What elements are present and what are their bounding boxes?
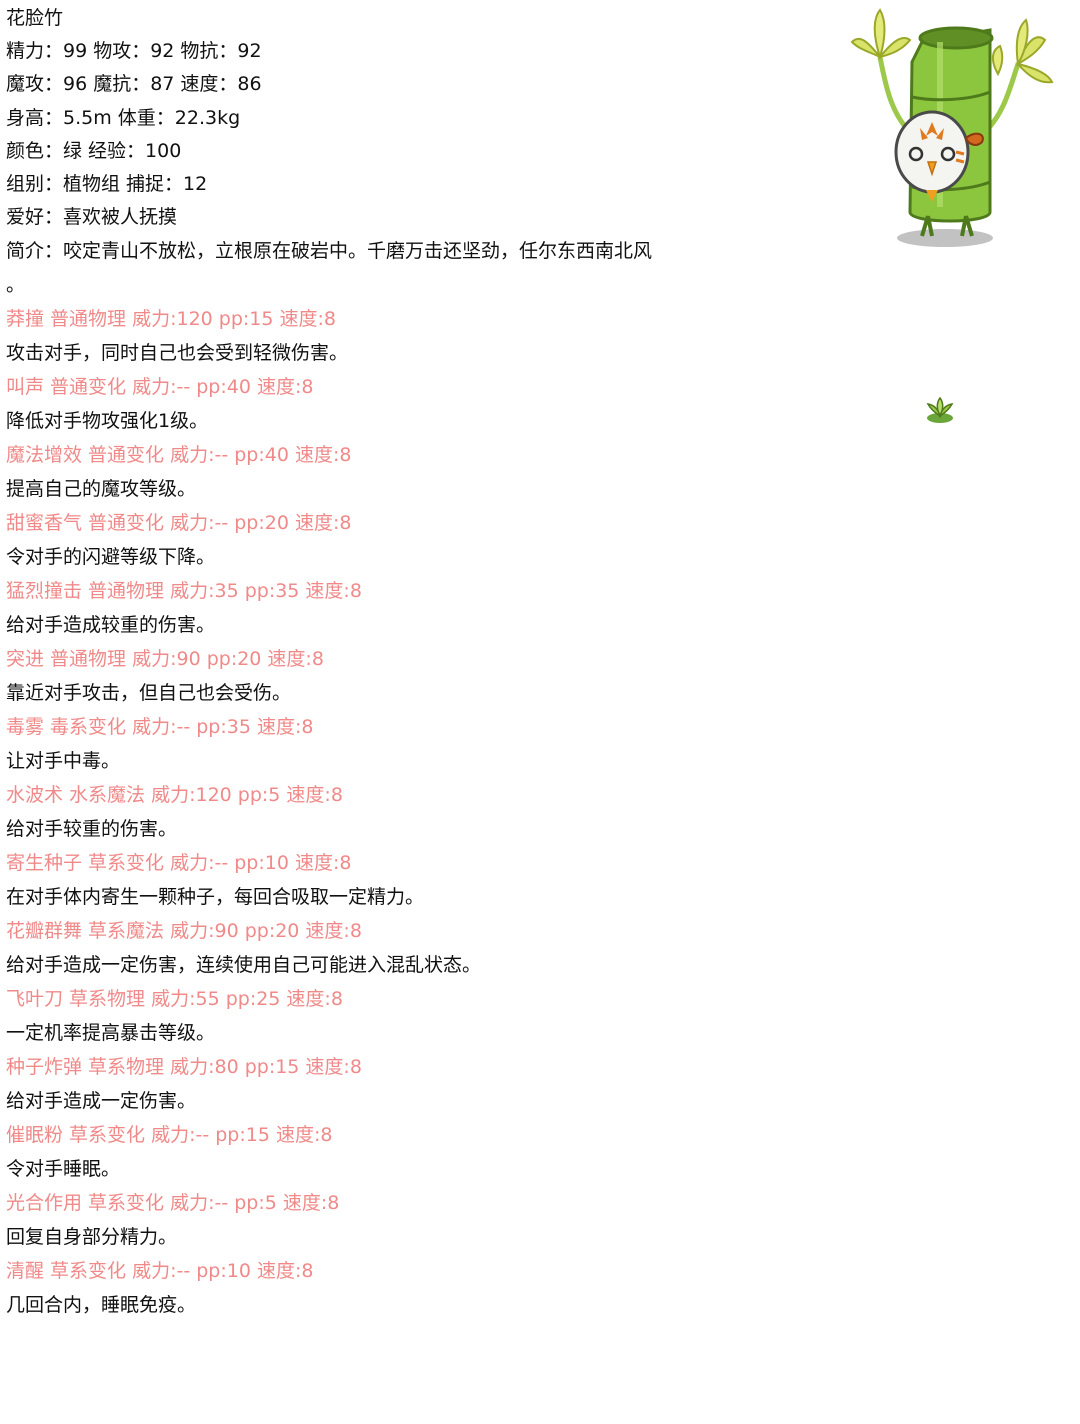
bamboo-mascot-icon xyxy=(850,8,1054,247)
skill-description: 降低对手物攻强化1级。 xyxy=(6,410,209,432)
skill-header: 毒雾 毒系变化 威力:-- pp:35 速度:8 xyxy=(6,716,314,738)
skill-description: 回复自身部分精力。 xyxy=(6,1226,178,1248)
skill-header: 清醒 草系变化 威力:-- pp:10 速度:8 xyxy=(6,1260,314,1282)
skill-description: 给对手造成较重的伤害。 xyxy=(6,614,216,636)
pet-info-panel: 花脸竹 精力：99 物攻：92 物抗：92 魔攻：96 魔抗：87 速度：86 … xyxy=(6,2,836,1322)
skill-header: 光合作用 草系变化 威力:-- pp:5 速度:8 xyxy=(6,1192,340,1214)
hobby-line: 爱好：喜欢被人抚摸 xyxy=(6,206,178,228)
stats-line-3: 身高：5.5m 体重：22.3kg xyxy=(6,107,241,129)
skill-header: 魔法增效 普通变化 威力:-- pp:40 速度:8 xyxy=(6,444,352,466)
skill-header: 莽撞 普通物理 威力:120 pp:15 速度:8 xyxy=(6,308,337,330)
skill-header: 寄生种子 草系变化 威力:-- pp:10 速度:8 xyxy=(6,852,352,874)
intro-tail: 。 xyxy=(6,274,26,296)
skill-list: 莽撞 普通物理 威力:120 pp:15 速度:8 攻击对手，同时自己也会受到轻微… xyxy=(6,302,836,1322)
skill-description: 让对手中毒。 xyxy=(6,750,121,772)
stats-line-2: 魔攻：96 魔抗：87 速度：86 xyxy=(6,73,262,95)
skill-header: 水波术 水系魔法 威力:120 pp:5 速度:8 xyxy=(6,784,343,806)
skill-header: 突进 普通物理 威力:90 pp:20 速度:8 xyxy=(6,648,324,670)
stats-line-1: 精力：99 物攻：92 物抗：92 xyxy=(6,40,262,62)
stats-line-4: 颜色：绿 经验：100 xyxy=(6,140,182,162)
skill-header: 种子炸弹 草系物理 威力:80 pp:15 速度:8 xyxy=(6,1056,362,1078)
skill-description: 提高自己的魔攻等级。 xyxy=(6,478,197,500)
skill-description: 攻击对手，同时自己也会受到轻微伤害。 xyxy=(6,342,349,364)
skill-description: 一定机率提高暴击等级。 xyxy=(6,1022,216,1044)
sprout-icon xyxy=(926,396,954,423)
skill-description: 靠近对手攻击，但自己也会受伤。 xyxy=(6,682,292,704)
skill-description: 给对手造成一定伤害。 xyxy=(6,1090,197,1112)
pet-name: 花脸竹 xyxy=(6,7,64,29)
skill-description: 给对手造成一定伤害，连续使用自己可能进入混乱状态。 xyxy=(6,954,482,976)
skill-header: 叫声 普通变化 威力:-- pp:40 速度:8 xyxy=(6,376,314,398)
skill-header: 甜蜜香气 普通变化 威力:-- pp:20 速度:8 xyxy=(6,512,352,534)
skill-description: 几回合内，睡眠免疫。 xyxy=(6,1294,197,1316)
skill-description: 给对手较重的伤害。 xyxy=(6,818,178,840)
skill-header: 猛烈撞击 普通物理 威力:35 pp:35 速度:8 xyxy=(6,580,362,602)
stats-line-5: 组别：植物组 捕捉：12 xyxy=(6,173,208,195)
skill-header: 催眠粉 草系变化 威力:-- pp:15 速度:8 xyxy=(6,1124,333,1146)
skill-description: 在对手体内寄生一颗种子，每回合吸取一定精力。 xyxy=(6,886,425,908)
skill-header: 花瓣群舞 草系魔法 威力:90 pp:20 速度:8 xyxy=(6,920,362,942)
skill-description: 令对手睡眠。 xyxy=(6,1158,121,1180)
skill-description: 令对手的闪避等级下降。 xyxy=(6,546,216,568)
intro-line: 简介：咬定青山不放松，立根原在破岩中。千磨万击还坚劲，任尔东西南北风 xyxy=(6,240,653,262)
skill-header: 飞叶刀 草系物理 威力:55 pp:25 速度:8 xyxy=(6,988,343,1010)
